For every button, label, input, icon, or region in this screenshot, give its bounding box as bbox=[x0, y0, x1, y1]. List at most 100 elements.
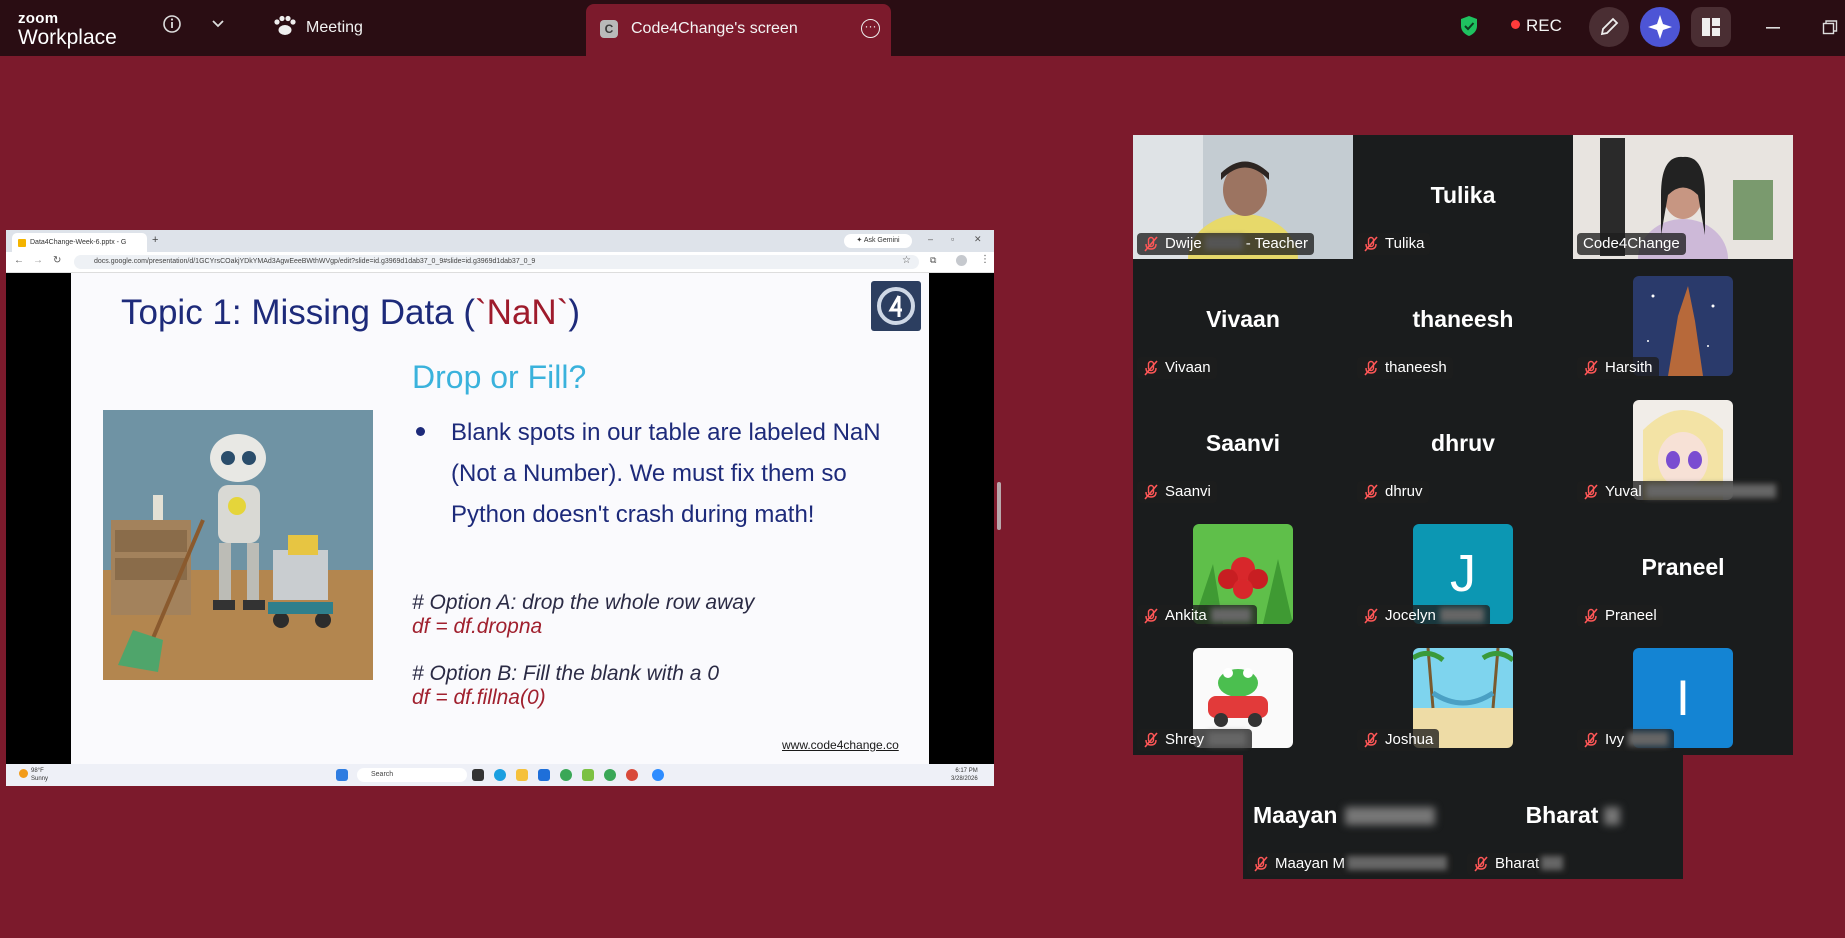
zoom-logo: zoom Workplace bbox=[18, 11, 117, 48]
minimize-icon[interactable] bbox=[1765, 20, 1781, 36]
annotate-button[interactable] bbox=[1589, 7, 1629, 47]
participant-tile[interactable]: Maayan Maayan M bbox=[1243, 755, 1463, 879]
taskbar-clock[interactable]: 6:17 PM 3/28/2026 bbox=[951, 767, 978, 783]
mic-muted-icon bbox=[1584, 608, 1598, 624]
ask-gemini-button[interactable]: ✦ Ask Gemini bbox=[844, 234, 912, 248]
shared-screen-tab[interactable]: C Code4Change's screen ··· bbox=[586, 4, 891, 56]
shield-check-icon[interactable] bbox=[1459, 15, 1479, 37]
participant-name: Joshua bbox=[1385, 731, 1434, 748]
browser-close-icon[interactable]: ✕ bbox=[974, 234, 982, 245]
mail-icon[interactable] bbox=[538, 769, 550, 781]
chrome-profile-2-icon[interactable] bbox=[626, 769, 638, 781]
paw-meeting-icon bbox=[274, 15, 296, 35]
ai-companion-button[interactable] bbox=[1640, 7, 1680, 47]
participant-tile[interactable]: Harsith bbox=[1573, 259, 1793, 383]
participant-tile[interactable]: Yuval bbox=[1573, 383, 1793, 507]
zoom-taskbar-icon[interactable] bbox=[652, 769, 664, 781]
participant-name: Harsith bbox=[1605, 359, 1653, 376]
slide-title-suffix: ) bbox=[568, 293, 581, 332]
windows-start-icon[interactable] bbox=[336, 769, 348, 781]
more-options-icon[interactable]: ··· bbox=[861, 19, 880, 38]
participant-name: Saanvi bbox=[1165, 483, 1211, 500]
windows-taskbar: 98°F Sunny Search 6:17 PM 3/28/2026 bbox=[6, 764, 994, 786]
kebab-menu-icon[interactable]: ⋮ bbox=[980, 254, 990, 265]
layout-button[interactable] bbox=[1691, 7, 1731, 47]
participant-role: - Teacher bbox=[1245, 235, 1308, 252]
participant-tile[interactable]: Praneel Praneel bbox=[1573, 507, 1793, 631]
mic-muted-icon bbox=[1144, 236, 1158, 252]
browser-toolbar: ← → ↻ docs.google.com/presentation/d/1GC… bbox=[6, 252, 994, 273]
sparkle-icon bbox=[1648, 15, 1672, 39]
new-tab-button[interactable]: + bbox=[152, 234, 158, 246]
participant-tile[interactable]: Shrey bbox=[1133, 631, 1353, 755]
code-b-comment: # Option B: Fill the blank with a 0 bbox=[412, 662, 719, 685]
resize-splitter[interactable] bbox=[997, 482, 1001, 530]
recording-indicator[interactable]: REC bbox=[1511, 16, 1562, 36]
file-explorer-icon[interactable] bbox=[516, 769, 528, 781]
reload-icon[interactable]: ↻ bbox=[53, 255, 61, 266]
browser-tab-strip: Data4Change-Week-6.pptx - G + ✦ Ask Gemi… bbox=[6, 230, 994, 252]
participant-tile[interactable]: Dwije - Teacher bbox=[1133, 135, 1353, 259]
participant-name-tag: Code4Change bbox=[1577, 233, 1686, 255]
participant-tile[interactable]: thaneesh thaneesh bbox=[1353, 259, 1573, 383]
slide-bullet: Blank spots in our table are labeled NaN… bbox=[416, 412, 906, 535]
edge-icon[interactable] bbox=[494, 769, 506, 781]
info-icon[interactable] bbox=[162, 14, 182, 34]
task-view-icon[interactable] bbox=[472, 769, 484, 781]
browser-minimize-icon[interactable]: – bbox=[928, 234, 933, 244]
participant-tile-active-speaker[interactable]: Code4Change bbox=[1573, 135, 1793, 259]
slides-favicon-icon bbox=[18, 239, 26, 247]
code-a-line: df = df.dropna bbox=[412, 615, 543, 638]
participant-tile[interactable]: Vivaan Vivaan bbox=[1133, 259, 1353, 383]
participant-tile[interactable]: J Jocelyn bbox=[1353, 507, 1573, 631]
mic-muted-icon bbox=[1584, 732, 1598, 748]
participant-display-name-text: Bharat bbox=[1525, 802, 1599, 828]
participant-name: Ivy bbox=[1605, 731, 1625, 748]
address-bar[interactable]: docs.google.com/presentation/d/1GCYrsCOa… bbox=[74, 255, 919, 269]
clock-time: 6:17 PM bbox=[955, 768, 978, 774]
chrome-profile-icon[interactable] bbox=[604, 769, 616, 781]
chevron-down-icon[interactable] bbox=[211, 17, 225, 31]
participant-name: Praneel bbox=[1605, 607, 1657, 624]
participant-name-tag: Harsith bbox=[1577, 357, 1659, 379]
code-b-line: df = df.fillna(0) bbox=[412, 686, 546, 709]
restore-icon[interactable] bbox=[1822, 20, 1838, 36]
redacted-blur bbox=[1541, 856, 1564, 870]
back-icon[interactable]: ← bbox=[14, 255, 24, 266]
participant-name-tag: Saanvi bbox=[1137, 481, 1217, 503]
app-icon[interactable] bbox=[582, 769, 594, 781]
participant-name: Dwije bbox=[1165, 235, 1202, 252]
participant-display-name: dhruv bbox=[1431, 430, 1495, 456]
cast-icon[interactable]: ⧉ bbox=[930, 255, 936, 266]
browser-tab-title: Data4Change-Week-6.pptx - G bbox=[30, 239, 127, 246]
browser-maximize-icon[interactable]: ▫ bbox=[951, 234, 954, 244]
forward-icon[interactable]: → bbox=[33, 255, 43, 266]
mic-muted-icon bbox=[1364, 236, 1378, 252]
slide-footer-url: www.code4change.co bbox=[782, 738, 899, 752]
participant-tile[interactable]: Saanvi Saanvi bbox=[1133, 383, 1353, 507]
participant-name-tag: Maayan M bbox=[1247, 853, 1454, 875]
participant-display-name: Bharat bbox=[1463, 802, 1683, 829]
profile-avatar[interactable] bbox=[956, 255, 967, 266]
rec-label: REC bbox=[1526, 16, 1562, 35]
shared-screen: Data4Change-Week-6.pptx - G + ✦ Ask Gemi… bbox=[6, 230, 994, 786]
redacted-blur bbox=[1347, 856, 1448, 870]
weather-widget[interactable]: 98°F Sunny bbox=[19, 767, 48, 783]
chrome-icon[interactable] bbox=[560, 769, 572, 781]
participant-tile[interactable]: Bharat Bharat bbox=[1463, 755, 1683, 879]
ask-gemini-label: Ask Gemini bbox=[863, 237, 900, 244]
browser-tab[interactable]: Data4Change-Week-6.pptx - G bbox=[12, 233, 147, 252]
participant-tile[interactable]: Ankita bbox=[1133, 507, 1353, 631]
participant-tile[interactable]: Joshua bbox=[1353, 631, 1573, 755]
bookmark-star-icon[interactable]: ☆ bbox=[902, 255, 911, 266]
redacted-blur bbox=[1645, 484, 1776, 498]
participant-name-tag: Tulika bbox=[1357, 233, 1431, 255]
meeting-menu[interactable]: Meeting bbox=[306, 19, 363, 37]
participant-tile[interactable]: I Ivy bbox=[1573, 631, 1793, 755]
slide-viewport: Topic 1: Missing Data (`NaN`) Drop or Fi… bbox=[6, 273, 994, 764]
participant-tile[interactable]: Tulika Tulika bbox=[1353, 135, 1573, 259]
taskbar-search[interactable]: Search bbox=[357, 768, 467, 782]
participant-tile[interactable]: dhruv dhruv bbox=[1353, 383, 1573, 507]
participant-name-tag: Joshua bbox=[1357, 729, 1440, 751]
mic-muted-icon bbox=[1364, 608, 1378, 624]
